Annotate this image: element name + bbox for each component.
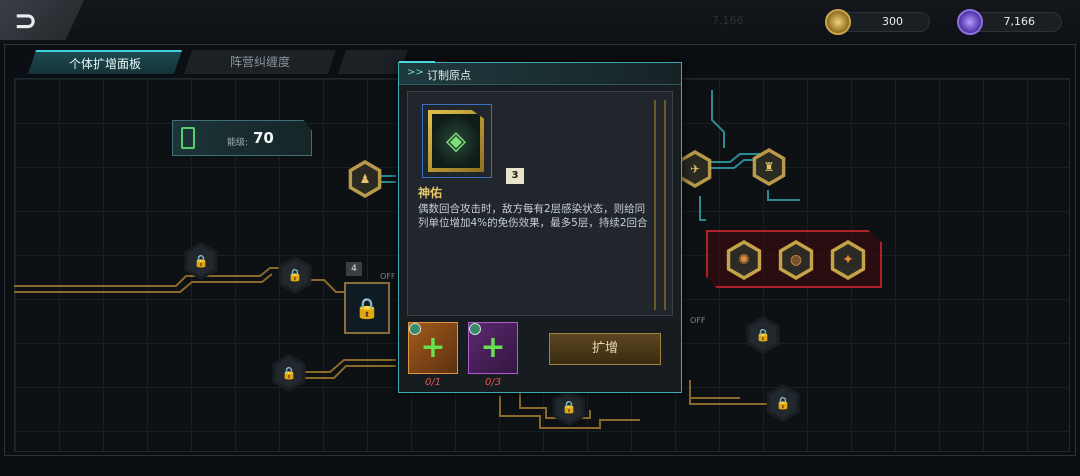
lock-icon: 🔒 bbox=[354, 296, 380, 320]
material-count-2: 0/3 bbox=[485, 377, 502, 388]
custom-origin-popup: >> 订制原点 ◈ 3 神佑 偶数回合攻击时，敌方每有2层感染状态，则给同列单位… bbox=[398, 61, 682, 393]
skill-level-badge: 3 bbox=[506, 168, 524, 184]
lock-icon: 🔒 bbox=[188, 246, 214, 276]
skill-chip: ◈ bbox=[428, 110, 484, 172]
highlighted-node-group: ✺ ◍ ✦ bbox=[706, 230, 882, 288]
skill-detail-panel: ◈ 3 神佑 偶数回合攻击时，敌方每有2层感染状态，则给同列单位增加4%的免伤效… bbox=[407, 91, 673, 316]
chevron-icon: >> bbox=[407, 67, 424, 78]
chip-emblem-icon: ◈ bbox=[432, 114, 480, 168]
off-label: OFF bbox=[380, 272, 396, 281]
decor-stripes bbox=[654, 100, 666, 310]
lock-icon: 🔒 bbox=[750, 320, 776, 350]
gem-icon bbox=[469, 323, 481, 335]
unit-icon: ✦ bbox=[834, 244, 862, 276]
node-red-3[interactable]: ✦ bbox=[830, 240, 866, 280]
energy-level-panel: 能级: 70 bbox=[172, 120, 312, 156]
skill-name: 神佑 bbox=[418, 186, 443, 200]
grid-icon: ◍ bbox=[782, 244, 810, 276]
material-count-1: 0/1 bbox=[425, 377, 442, 388]
lock-icon: 🔒 bbox=[276, 358, 302, 388]
skill-description: 偶数回合攻击时，敌方每有2层感染状态，则给同列单位增加4%的免伤效果，最多5层，… bbox=[418, 203, 648, 229]
target-icon: ✺ bbox=[730, 244, 758, 276]
gem-icon bbox=[409, 323, 421, 335]
lock-icon: 🔒 bbox=[282, 260, 308, 290]
lock-icon: 🔒 bbox=[556, 392, 582, 422]
node-count-badge: 4 bbox=[346, 262, 362, 276]
add-icon: + bbox=[420, 330, 446, 365]
material-slot-2[interactable]: + bbox=[468, 322, 518, 374]
energy-value: 70 bbox=[253, 129, 274, 147]
node-red-2[interactable]: ◍ bbox=[778, 240, 814, 280]
material-slot-1[interactable]: + bbox=[408, 322, 458, 374]
unit-icon: ♟ bbox=[352, 164, 378, 194]
energy-label: 能级: bbox=[227, 138, 249, 148]
expand-button[interactable]: 扩增 bbox=[549, 333, 661, 365]
unit-icon: ♜ bbox=[756, 152, 782, 182]
battery-icon bbox=[181, 127, 195, 149]
popup-header: >> 订制原点 bbox=[399, 63, 681, 85]
lock-icon: 🔒 bbox=[770, 388, 796, 418]
node-red-1[interactable]: ✺ bbox=[726, 240, 762, 280]
popup-title: 订制原点 bbox=[427, 69, 471, 82]
unit-icon: ✈ bbox=[682, 154, 708, 184]
add-icon: + bbox=[480, 330, 506, 365]
locked-chip-slot[interactable]: 🔒 bbox=[344, 282, 390, 334]
off-label: OFF bbox=[690, 316, 706, 325]
